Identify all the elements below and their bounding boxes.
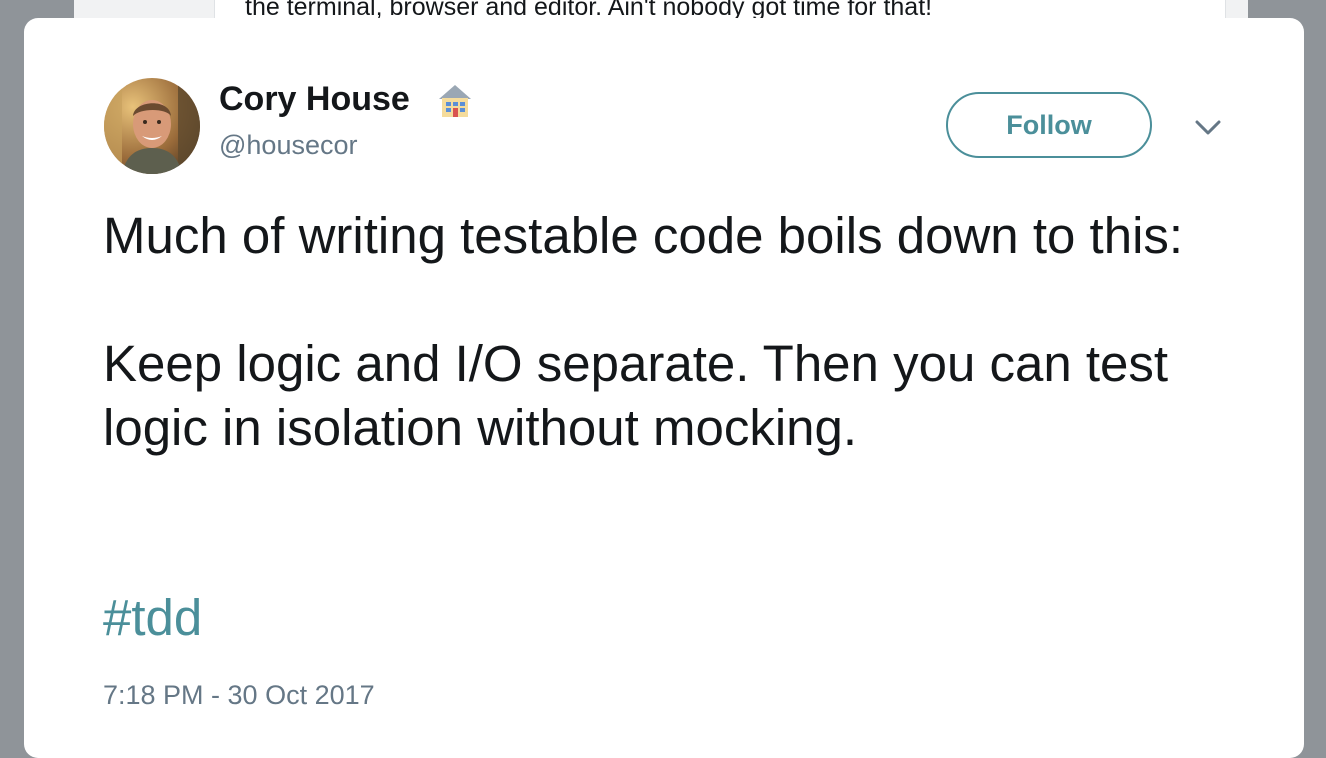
hashtag-link[interactable]: #tdd [103,586,202,650]
house-icon [436,82,474,120]
chevron-down-icon[interactable] [1194,116,1222,138]
avatar[interactable] [104,78,200,174]
tweet-text: Much of writing testable code boils down… [103,204,1233,460]
tweet-timestamp[interactable]: 7:18 PM - 30 Oct 2017 [103,680,375,711]
tweet-card: Cory House @housecor Follow Much of writ… [24,18,1304,758]
follow-button[interactable]: Follow [946,92,1152,158]
tweet-text-paragraph: Keep logic and I/O separate. Then you ca… [103,335,1169,456]
tweet-text-paragraph: Much of writing testable code boils down… [103,207,1184,264]
author-handle[interactable]: @housecor [219,130,357,161]
author-name[interactable]: Cory House [219,80,410,119]
